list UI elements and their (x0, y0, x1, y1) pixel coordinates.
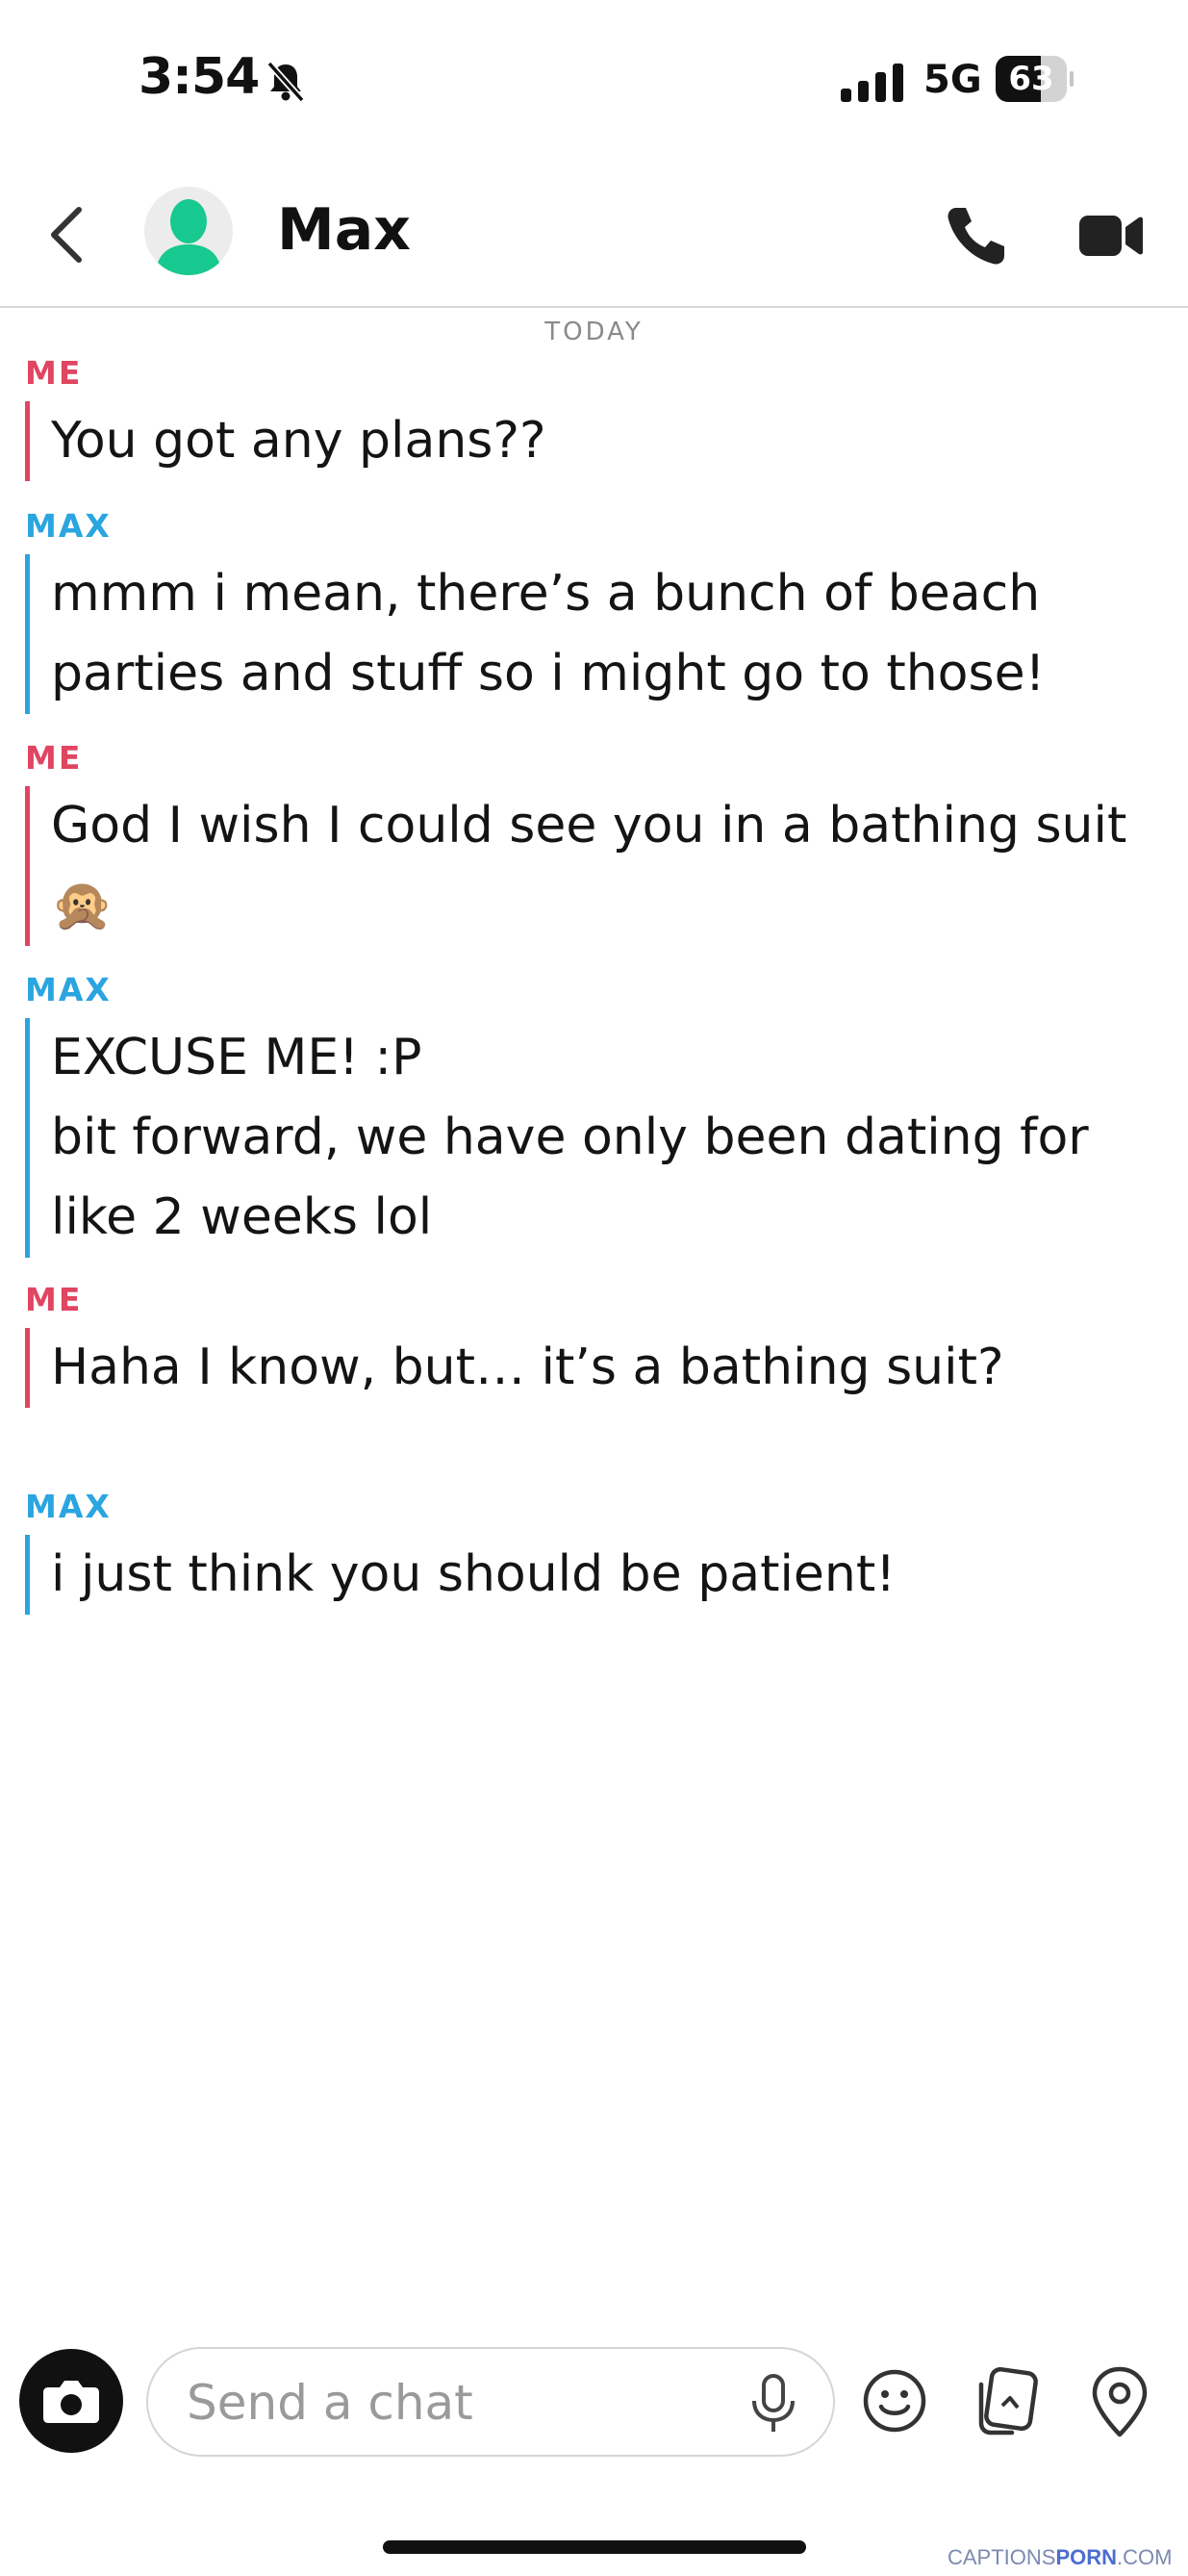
watermark: CAPTIONSPORN.COM (948, 2545, 1172, 2570)
message-line: mmm i mean, there’s a bunch of beach (51, 565, 1041, 623)
chat-input-field[interactable] (146, 2347, 835, 2457)
emoji-icon[interactable] (861, 2367, 928, 2435)
message-line: EXCUSE ME! :P (51, 1029, 422, 1086)
monkey-emoji: 🙊 (51, 877, 114, 934)
phone-icon[interactable] (943, 202, 1010, 269)
chat-header: Max (0, 164, 1188, 308)
contact-name[interactable]: Max (277, 196, 411, 264)
avatar-silhouette-icon (156, 199, 221, 275)
chat-message[interactable]: God I wish I could see you in a bathing … (25, 786, 1160, 946)
network-type: 5G (923, 58, 982, 102)
battery-icon: 63 (996, 56, 1074, 102)
sender-label-max: MAX (25, 1488, 112, 1525)
message-line: i just think you should be patient! (51, 1545, 897, 1603)
chat-composer (0, 2324, 1188, 2497)
camera-icon (43, 2381, 99, 2423)
avatar[interactable] (144, 187, 233, 275)
battery-percentage: 63 (1008, 60, 1054, 98)
message-line: God I wish I could see you in a bathing … (51, 797, 1127, 854)
sender-label-max: MAX (25, 507, 112, 545)
chat-message[interactable]: EXCUSE ME! :P bit forward, we have only … (25, 1018, 1160, 1258)
chat-input[interactable] (185, 2370, 727, 2436)
chat-message[interactable]: i just think you should be patient! (25, 1535, 1160, 1615)
memories-icon[interactable] (973, 2365, 1041, 2436)
mic-icon[interactable] (745, 2372, 802, 2436)
home-indicator (383, 2540, 806, 2554)
video-icon[interactable] (1075, 202, 1145, 269)
message-line: Haha I know, but… it’s a bathing suit? (51, 1339, 1004, 1396)
watermark-part: PORN (1055, 2545, 1118, 2569)
message-line: You got any plans?? (51, 412, 546, 470)
message-line: parties and stuff so i might go to those… (51, 645, 1046, 702)
status-bar: 3:54 5G 63 (0, 0, 1188, 164)
chat-message[interactable]: You got any plans?? (25, 401, 1160, 481)
message-line: bit forward, we have only been dating fo… (51, 1109, 1089, 1166)
watermark-part: .COM (1117, 2545, 1173, 2569)
bell-muted-icon (266, 61, 305, 103)
sender-label-me: ME (25, 739, 83, 777)
date-divider: TODAY (544, 318, 644, 346)
message-line: like 2 weeks lol (51, 1188, 433, 1246)
location-pin-icon[interactable] (1089, 2365, 1150, 2438)
sender-label-max: MAX (25, 971, 112, 1008)
chat-message[interactable]: Haha I know, but… it’s a bathing suit? (25, 1328, 1160, 1408)
status-time: 3:54 (139, 48, 260, 106)
camera-button[interactable] (19, 2349, 123, 2453)
sender-label-me: ME (25, 354, 83, 392)
sender-label-me: ME (25, 1281, 83, 1318)
watermark-part: CAPTIONS (948, 2545, 1056, 2569)
chat-message[interactable]: mmm i mean, there’s a bunch of beach par… (25, 554, 1160, 714)
back-chevron-icon[interactable] (40, 196, 98, 273)
signal-strength-icon (841, 62, 904, 102)
